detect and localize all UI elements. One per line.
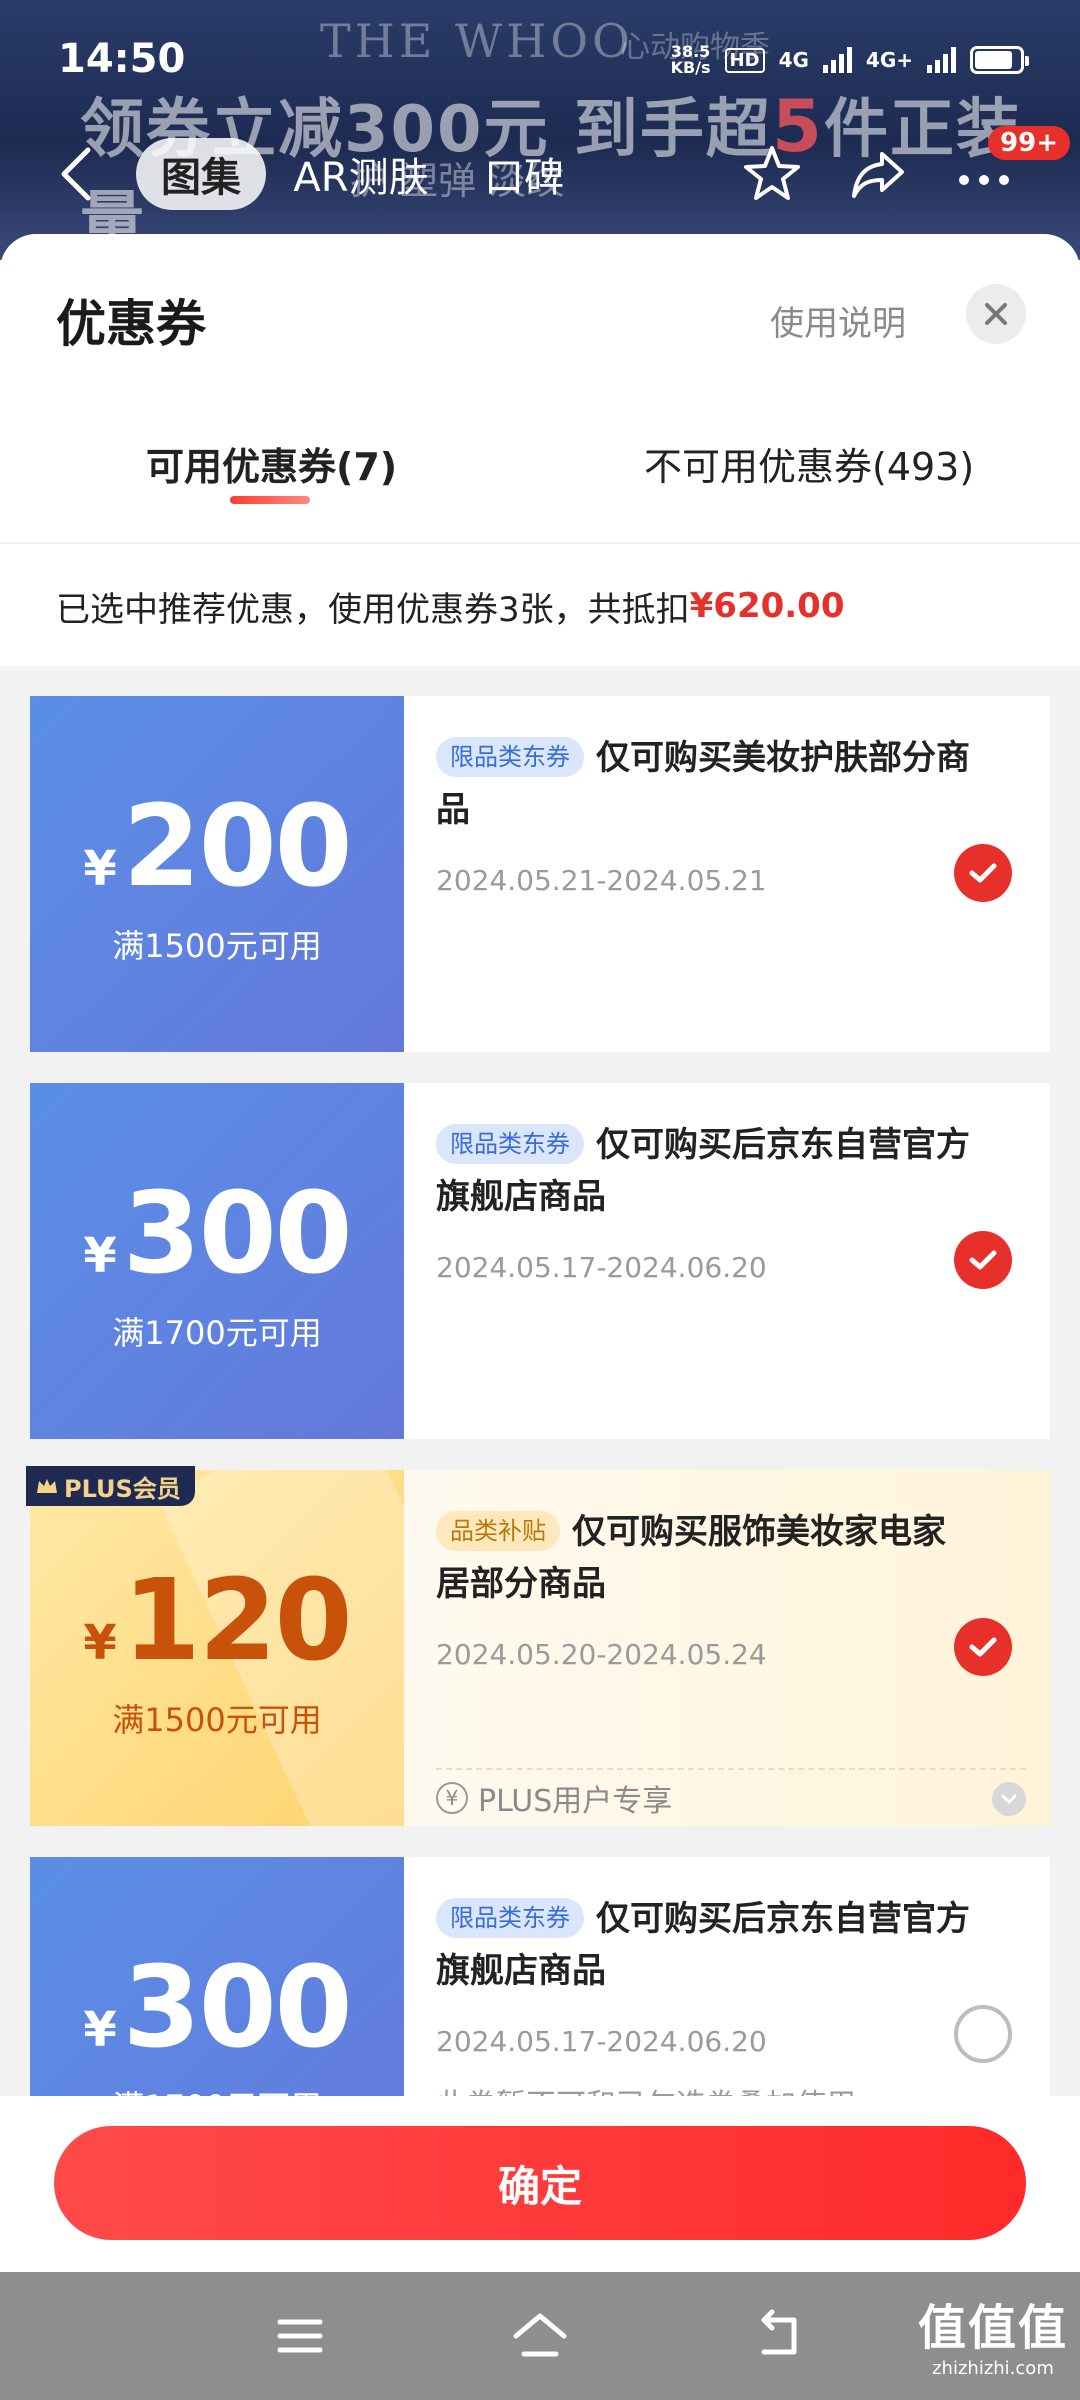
coupon-select-checkbox[interactable] xyxy=(954,844,1012,902)
battery-icon xyxy=(970,46,1029,74)
coupon-value-panel: ¥ 200 满1500元可用 xyxy=(30,696,404,1052)
network-speed-unit: KB/s xyxy=(670,58,711,77)
currency-symbol: ¥ xyxy=(83,1228,117,1284)
back-icon[interactable] xyxy=(750,2306,810,2366)
site-watermark: 值值值 zhizhizhi.com xyxy=(918,2288,1068,2379)
coupon-amount-value: 300 xyxy=(122,1943,353,2073)
coupon-type-tag: 限品类东券 xyxy=(436,1124,584,1164)
coupon-description: 限品类东券 仅可购买后京东自营官方旗舰店商品 xyxy=(436,1893,976,1997)
coupon-tabs: 可用优惠券(7) 不可用优惠券(493) xyxy=(0,414,1080,544)
coupon-amount: ¥ 300 xyxy=(83,1943,353,2073)
coupon-card-plus[interactable]: PLUS会员 ¥ 120 满1500元可用 品类补贴 仅可购买服饰美妆家电家居部分… xyxy=(26,1466,1050,1826)
summary-amount: ¥620.00 xyxy=(689,586,845,626)
coupon-type-tag: 品类补贴 xyxy=(436,1511,560,1551)
message-count-badge: 99+ xyxy=(988,126,1070,160)
summary-text: 已选中推荐优惠，使用优惠券3张，共抵扣 xyxy=(56,589,690,630)
coupon-info: 限品类东券 仅可购买后京东自营官方旗舰店商品 2024.05.17-2024.06… xyxy=(404,1083,1050,1439)
coupon-amount-value: 300 xyxy=(122,1169,353,1299)
coupon-type-tag: 限品类东券 xyxy=(436,737,584,777)
signal-label-1: 4G xyxy=(778,48,809,72)
tab-reviews[interactable]: 口碑 xyxy=(474,138,574,210)
tab-gallery[interactable]: 图集 xyxy=(136,138,266,210)
coupon-type-tag: 限品类东券 xyxy=(436,1898,584,1938)
plus-member-badge: PLUS会员 xyxy=(26,1466,195,1506)
crown-icon xyxy=(37,1479,57,1493)
active-tab-indicator xyxy=(230,496,310,504)
close-button[interactable] xyxy=(966,284,1026,344)
checkmark-icon xyxy=(969,863,997,883)
coupon-select-checkbox[interactable] xyxy=(954,1231,1012,1289)
coupon-amount-value: 120 xyxy=(122,1556,353,1686)
coupon-select-checkbox[interactable] xyxy=(954,2005,1012,2063)
status-icons: 38.5 KB/s HD 4G 4G+ xyxy=(671,40,1029,80)
coupon-card[interactable]: ¥ 300 满1700元可用 限品类东券仅可购买后京东自营官方旗舰店商品 202… xyxy=(30,1083,1050,1439)
hd-voice-icon: HD xyxy=(724,47,765,73)
coupon-amount: ¥ 200 xyxy=(83,782,353,912)
product-nav-bar: 图集 AR测肤 口碑 99+ xyxy=(0,124,1080,224)
coupon-bottom-sheet: 优惠券 使用说明 可用优惠券(7) 不可用优惠券(493) 已选中推荐优惠，使用… xyxy=(0,234,1080,2166)
coupon-card[interactable]: ¥ 200 满1500元可用 限品类东券 仅可购买美妆护肤部分商品 2024.05… xyxy=(30,696,1050,1052)
sheet-title: 优惠券 xyxy=(56,295,206,353)
tab-available-coupons[interactable]: 可用优惠券(7) xyxy=(146,436,397,491)
sheet-footer: 确定 xyxy=(0,2096,1080,2272)
expand-chevron-icon[interactable] xyxy=(992,1782,1026,1816)
selection-summary: 已选中推荐优惠，使用优惠券3张，共抵扣 ¥620.00 xyxy=(0,546,1080,666)
favorite-star-icon[interactable] xyxy=(740,142,804,206)
checkmark-icon xyxy=(969,1637,997,1657)
network-speed: 38.5 KB/s xyxy=(671,44,711,76)
coupon-value-panel: ¥ 300 满1700元可用 xyxy=(30,1083,404,1439)
coupon-value-panel: ¥ 120 满1500元可用 xyxy=(30,1470,404,1826)
coupon-info: 限品类东券 仅可购买美妆护肤部分商品 2024.05.21-2024.05.21 xyxy=(404,696,1050,1052)
share-icon[interactable] xyxy=(846,142,910,206)
coupon-amount: ¥ 300 xyxy=(83,1169,353,1299)
confirm-button[interactable]: 确定 xyxy=(54,2126,1026,2240)
coupon-list: ¥ 200 满1500元可用 限品类东券 仅可购买美妆护肤部分商品 2024.05… xyxy=(0,666,1080,2166)
status-bar: 14:50 38.5 KB/s HD 4G 4G+ xyxy=(0,0,1080,120)
menu-icon[interactable] xyxy=(270,2306,330,2366)
signal-bars-icon xyxy=(927,47,956,73)
status-time: 14:50 xyxy=(58,36,186,82)
currency-symbol: ¥ xyxy=(83,2002,117,2058)
coupon-info: 品类补贴 仅可购买服饰美妆家电家居部分商品 2024.05.20-2024.05.… xyxy=(404,1470,1050,1826)
coupon-condition: 满1500元可用 xyxy=(112,927,322,965)
plus-exclusive-row[interactable]: ¥ PLUS用户专享 xyxy=(436,1768,1026,1826)
signal-label-2: 4G+ xyxy=(865,48,913,72)
home-icon[interactable] xyxy=(510,2306,570,2366)
plus-member-label: PLUS会员 xyxy=(64,1474,181,1503)
close-icon xyxy=(985,303,1007,325)
usage-instructions-link[interactable]: 使用说明 xyxy=(770,296,906,345)
tab-ar-skin-test[interactable]: AR测肤 xyxy=(286,138,436,210)
system-nav-bar: 值值值 zhizhizhi.com xyxy=(0,2272,1080,2400)
coupon-amount-value: 200 xyxy=(122,782,353,912)
back-arrow-icon[interactable] xyxy=(56,144,96,204)
coupon-condition: 满1700元可用 xyxy=(112,1314,322,1352)
coupon-condition: 满1500元可用 xyxy=(112,1701,322,1739)
currency-symbol: ¥ xyxy=(83,841,117,897)
tab-unavailable-coupons[interactable]: 不可用优惠券(493) xyxy=(644,436,974,491)
plus-exclusive-label: PLUS用户专享 xyxy=(478,1784,673,1819)
coupon-description: 限品类东券 仅可购买美妆护肤部分商品 xyxy=(436,732,976,836)
checkmark-icon xyxy=(969,1250,997,1270)
watermark-logo: 值值值 xyxy=(917,2300,1068,2356)
signal-bars-icon xyxy=(822,47,852,73)
yen-coin-icon: ¥ xyxy=(436,1782,468,1814)
coupon-description: 限品类东券 仅可购买后京东自营官方旗舰店商品 xyxy=(436,1119,976,1223)
currency-symbol: ¥ xyxy=(83,1615,117,1671)
coupon-select-checkbox[interactable] xyxy=(954,1618,1012,1676)
watermark-url: zhizhizhi.com xyxy=(932,2358,1054,2379)
coupon-description: 品类补贴 仅可购买服饰美妆家电家居部分商品 xyxy=(436,1506,976,1610)
coupon-amount: ¥ 120 xyxy=(83,1556,353,1686)
